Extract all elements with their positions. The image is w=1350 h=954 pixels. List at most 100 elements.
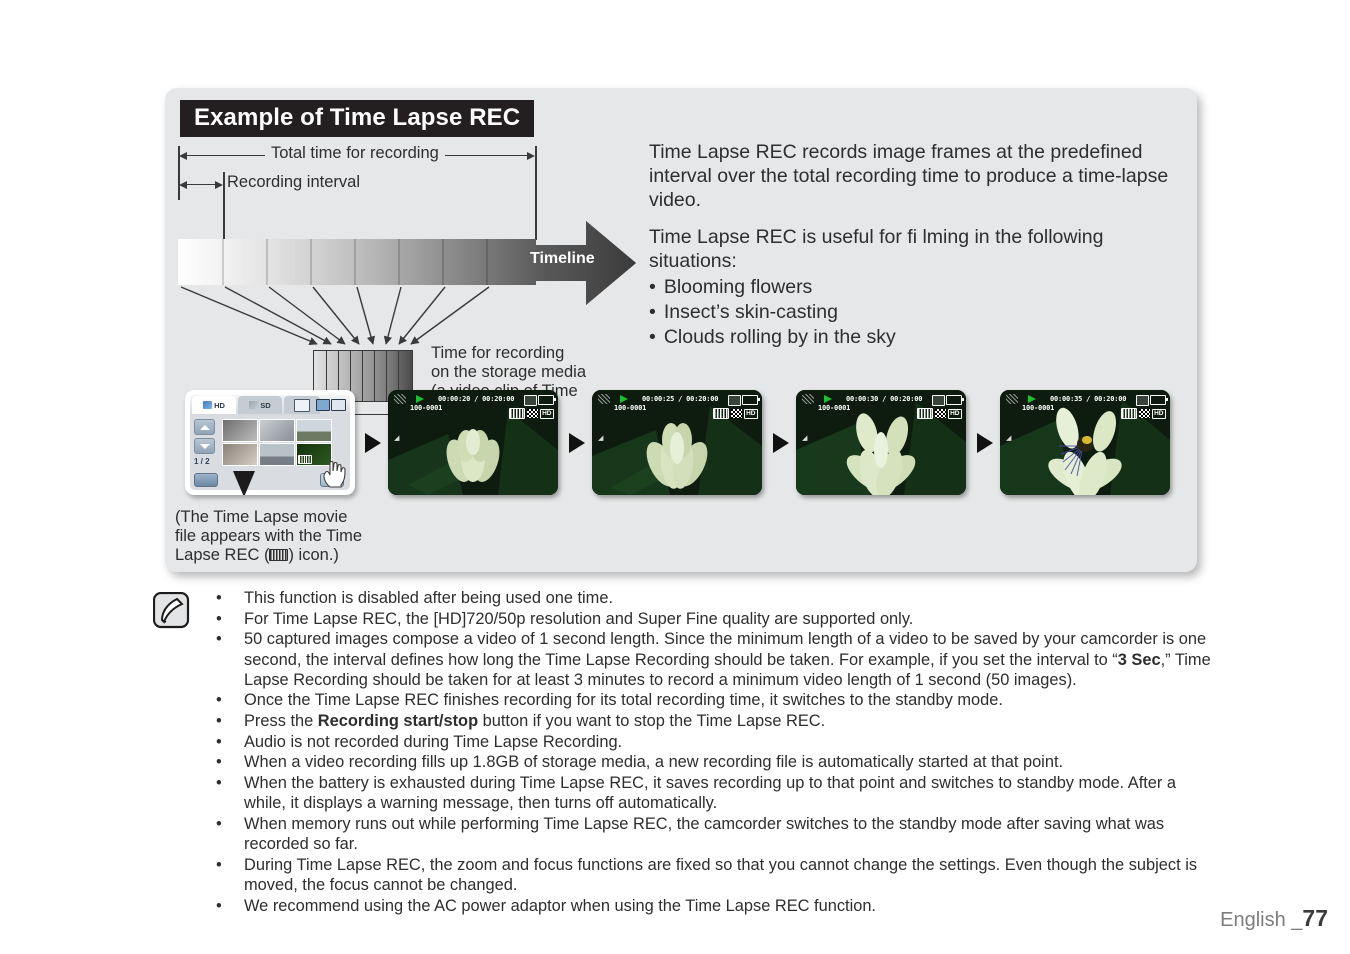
clip-caption-line-2: on the storage media — [431, 363, 587, 382]
tab-photo[interactable] — [284, 396, 320, 414]
page-footer: English _77 — [1220, 905, 1328, 932]
note-bullet: • — [216, 630, 222, 649]
storage-button[interactable] — [194, 473, 218, 487]
tab-hd[interactable]: HD — [192, 396, 236, 414]
note-text: When a video recording fills up 1.8GB of… — [244, 753, 1064, 772]
note-item: • 50 captured images compose a video of … — [208, 629, 1213, 690]
note-item: • Audio is not recorded during Time Laps… — [208, 732, 1213, 752]
total-time-arrow-right — [527, 152, 535, 160]
note-text: When the battery is exhausted during Tim… — [244, 774, 1177, 813]
note-item: • When memory runs out while performing … — [208, 814, 1213, 854]
step-arrow-2-icon — [569, 433, 585, 453]
thumbnail-cell-3[interactable] — [296, 419, 332, 442]
flower-photo-3 — [796, 390, 966, 495]
step-arrow-4-icon — [977, 433, 993, 453]
note-item: • During Time Lapse REC, the zoom and fo… — [208, 855, 1213, 895]
thumbnail-caption-line-3: Lapse REC () icon.) — [175, 545, 339, 564]
thumbnail-caption-line-2: file appears with the Time — [175, 526, 363, 545]
footer-page-number: 77 — [1302, 905, 1328, 931]
note-bullet: • — [216, 712, 222, 731]
description-bullet-list: Blooming flowers Insect’s skin-casting C… — [649, 275, 1179, 350]
footer-language: English _ — [1220, 909, 1303, 931]
time-lapse-rec-badge-icon — [298, 455, 312, 464]
timeline-label: Timeline — [530, 250, 595, 267]
note-bullet: • — [216, 774, 222, 793]
description-paragraph-2: Time Lapse REC is useful for fi lming in… — [649, 225, 1104, 272]
note-bullet: • — [216, 732, 222, 751]
playback-screen-3[interactable]: 00:00:30 / 00:20:00 100-0001 HD ◢ — [796, 390, 966, 495]
note-bullet: • — [216, 691, 222, 710]
thumbnail-screen-inner: HD SD 1 / 2 — [190, 395, 350, 490]
note-text: Audio is not recorded during Time Lapse … — [244, 732, 623, 751]
step-arrow-3-icon — [773, 433, 789, 453]
note-item: • Once the Time Lapse REC finishes recor… — [208, 690, 1213, 710]
chevron-up-icon — [199, 424, 210, 430]
playback-screen-1[interactable]: 00:00:20 / 00:20:00 100-0001 HD ◢ — [388, 390, 558, 495]
description-paragraph-1: Time Lapse REC records image frames at t… — [649, 141, 1169, 212]
thumbnail-caption: (The Time Lapse movie file appears with … — [175, 508, 362, 565]
note-bullet: • — [216, 896, 222, 915]
note-bullet: • — [216, 855, 222, 874]
sd-tab-icon — [249, 401, 259, 409]
note-text: 50 captured images compose a video of 1 … — [244, 630, 1211, 689]
note-item: • Press the Recording start/stop button … — [208, 711, 1213, 731]
note-item: • This function is disabled after being … — [208, 588, 1213, 608]
photo-tab-icon — [294, 398, 310, 412]
step-arrow-1-icon — [365, 433, 381, 453]
time-lapse-rec-inline-icon — [269, 548, 289, 561]
flower-photo-1 — [388, 390, 558, 495]
description-block: Time Lapse REC records image frames at t… — [649, 140, 1179, 350]
panel-title: Example of Time Lapse REC — [180, 100, 535, 138]
sd-card-icon — [316, 399, 330, 411]
note-item: • For Time Lapse REC, the [HD]720/50p re… — [208, 609, 1213, 629]
note-text: For Time Lapse REC, the [HD]720/50p reso… — [244, 609, 914, 628]
interval-arrow-left — [179, 181, 187, 189]
note-bullet: • — [216, 589, 222, 607]
description-bullet-2: Insect’s skin-casting — [649, 300, 1179, 324]
thumbnail-cell-1[interactable] — [222, 419, 258, 442]
note-text: When memory runs out while performing Ti… — [244, 814, 1165, 854]
scroll-down-button[interactable] — [194, 438, 215, 454]
note-bullet: • — [216, 814, 222, 833]
flower-photo-4 — [1000, 390, 1170, 495]
tab-sd-label: SD — [260, 400, 271, 410]
note-item: • When the battery is exhausted during T… — [208, 773, 1213, 813]
description-bullet-1: Blooming flowers — [649, 275, 1179, 299]
interval-label: Recording interval — [227, 173, 360, 191]
note-text: Press the Recording start/stop button if… — [244, 712, 826, 731]
thumbnail-tabbar: HD SD — [190, 395, 350, 415]
timeline-gradient-bar — [178, 239, 536, 285]
thumbnail-caption-line-1: (The Time Lapse movie — [175, 508, 348, 526]
callout-pointer-icon — [233, 471, 255, 495]
scroll-up-button[interactable] — [194, 419, 215, 435]
tab-sd[interactable]: SD — [238, 396, 282, 414]
note-text: We recommend using the AC power adaptor … — [244, 896, 876, 915]
playback-screen-2[interactable]: 00:00:25 / 00:20:00 100-0001 HD ◢ — [592, 390, 762, 495]
note-text: Once the Time Lapse REC finishes recordi… — [244, 691, 1003, 710]
hd-tab-icon — [203, 401, 213, 409]
chevron-down-icon — [199, 443, 210, 449]
notes-list: • This function is disabled after being … — [208, 588, 1213, 916]
example-panel: Example of Time Lapse REC Total time for… — [165, 88, 1197, 572]
description-bullet-3: Clouds rolling by in the sky — [649, 325, 1179, 349]
page-indicator: 1 / 2 — [194, 457, 210, 466]
note-text: This function is disabled after being us… — [244, 589, 614, 607]
thumbnail-cell-5[interactable] — [259, 443, 295, 466]
note-item: • We recommend using the AC power adapto… — [208, 896, 1213, 916]
note-pen-icon — [153, 592, 190, 629]
hand-pointer-icon — [323, 460, 346, 488]
clip-caption-line-1: Time for recording — [431, 344, 565, 362]
total-time-arrow-left — [179, 152, 187, 160]
thumbnail-cell-4[interactable] — [222, 443, 258, 466]
note-bullet: • — [216, 753, 222, 772]
note-item: • When a video recording fills up 1.8GB … — [208, 752, 1213, 772]
thumbnail-cell-2[interactable] — [259, 419, 295, 442]
total-time-label: Total time for recording — [265, 144, 445, 163]
interval-arrow-right — [215, 181, 223, 189]
interval-tick-right — [223, 172, 225, 240]
note-text: During Time Lapse REC, the zoom and focu… — [244, 855, 1198, 894]
screens-strip: HD SD 1 / 2 00:00:20 / 00:20:00 100-0001… — [175, 390, 1190, 510]
timeline-bar-group: Timeline — [178, 221, 636, 305]
thumbnail-index-screen[interactable]: HD SD 1 / 2 — [185, 390, 355, 495]
playback-screen-4[interactable]: 00:00:35 / 00:20:00 100-0001 HD ◢ — [1000, 390, 1170, 495]
